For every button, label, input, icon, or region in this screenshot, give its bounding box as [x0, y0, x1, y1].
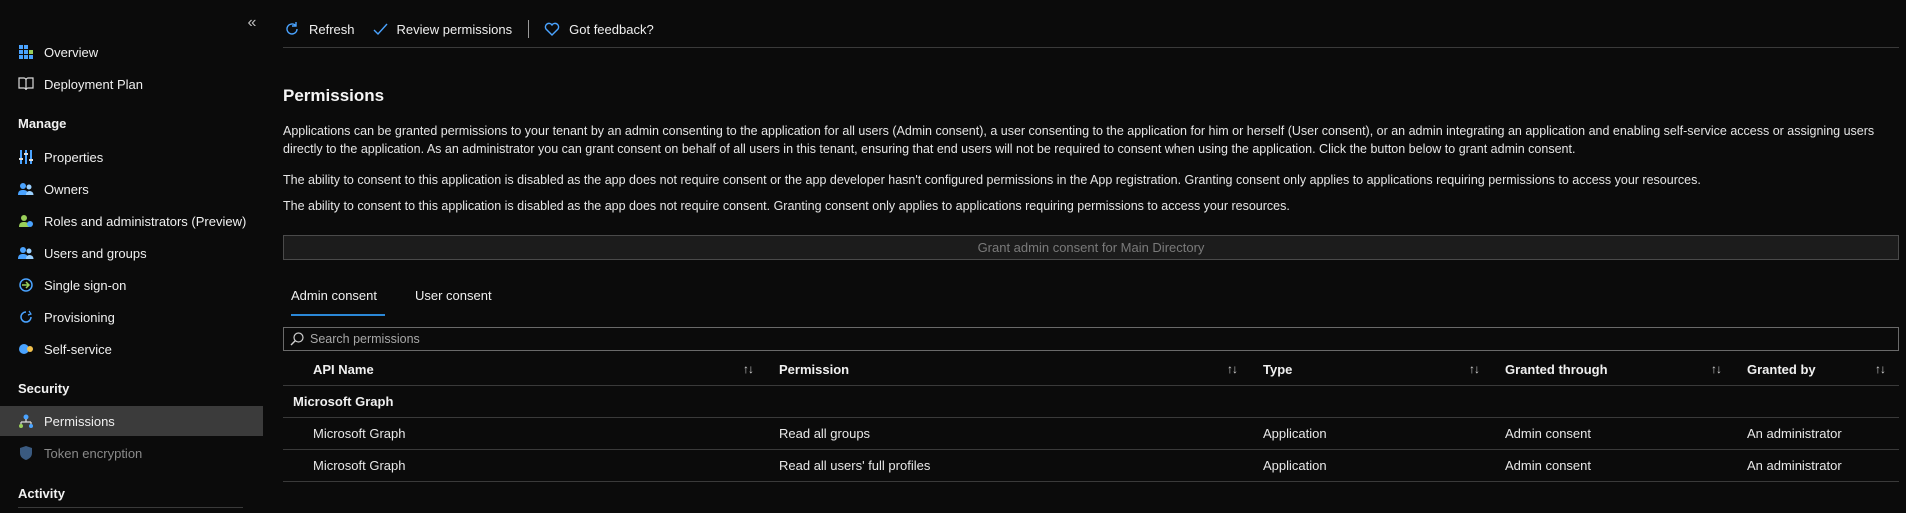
sidebar-item-label: Deployment Plan — [44, 76, 143, 92]
tab-user-consent[interactable]: User consent — [407, 288, 500, 316]
cell-type: Application — [1263, 458, 1327, 473]
refresh-button[interactable]: Refresh — [283, 20, 355, 38]
group-label: Microsoft Graph — [293, 394, 394, 409]
toolbar: Refresh Review permissions Got feedback? — [283, 16, 670, 42]
users-icon — [18, 245, 34, 261]
sidebar-item-overview[interactable]: Overview — [0, 37, 263, 67]
column-header-granted-by: Granted by — [1747, 362, 1816, 377]
consent-disabled-note: The ability to consent to this applicati… — [283, 173, 1701, 187]
sso-icon — [18, 277, 34, 293]
refresh-label: Refresh — [309, 21, 355, 37]
sidebar-item-label: Users and groups — [44, 245, 147, 261]
sidebar-item-properties[interactable]: Properties — [0, 142, 263, 172]
search-icon — [290, 332, 304, 346]
toolbar-divider — [283, 47, 1899, 48]
page-title: Permissions — [283, 86, 385, 105]
cell-permission: Read all groups — [779, 426, 871, 441]
cell-granted-through: Admin consent — [1505, 426, 1591, 441]
security-header: Security — [18, 381, 70, 396]
sidebar-item-label: Provisioning — [44, 309, 115, 325]
app-root: « Overview Deployment Plan Manage Proper… — [0, 0, 1906, 513]
book-icon — [18, 76, 34, 92]
sidebar-item-label: Self-service — [44, 341, 112, 357]
sidebar-item-label: Roles and administrators (Preview) — [44, 213, 247, 229]
sidebar-item-single-sign-on[interactable]: Single sign-on — [0, 270, 263, 300]
feedback-label: Got feedback? — [569, 21, 654, 37]
owners-icon — [18, 181, 34, 197]
sidebar-item-label: Permissions — [44, 413, 115, 429]
sort-type-button[interactable]: ↑↓ — [1469, 353, 1480, 386]
cell-permission: Read all users' full profiles — [779, 458, 931, 473]
column-header-permission: Permission — [779, 362, 850, 377]
consent-disabled-note-2: The ability to consent to this applicati… — [283, 199, 1290, 213]
sidebar-item-label: Properties — [44, 149, 104, 165]
permissions-table: API Name ↑↓ Permission ↑↓ Type ↑↓ Grante… — [283, 353, 1899, 482]
collapse-sidebar-button[interactable]: « — [244, 14, 260, 32]
sidebar: « Overview Deployment Plan Manage Proper… — [0, 0, 263, 513]
table-row[interactable]: Microsoft Graph Read all groups Applicat… — [283, 418, 1899, 450]
provisioning-icon — [18, 309, 34, 325]
description-paragraph: Applications can be granted permissions … — [283, 124, 1875, 156]
sidebar-item-label: Owners — [44, 181, 89, 197]
sidebar-item-token-encryption[interactable]: Token encryption — [0, 438, 263, 468]
column-header-api-name: API Name — [313, 362, 374, 377]
table-row[interactable]: Microsoft Graph Read all users' full pro… — [283, 450, 1899, 482]
activity-header: Activity — [18, 486, 65, 501]
heart-icon — [543, 20, 561, 38]
review-permissions-button[interactable]: Review permissions — [371, 20, 513, 38]
column-header-type: Type — [1263, 362, 1293, 377]
sidebar-item-owners[interactable]: Owners — [0, 174, 263, 204]
sort-api-name-button[interactable]: ↑↓ — [743, 353, 754, 386]
properties-icon — [18, 149, 34, 165]
sidebar-item-label: Token encryption — [44, 445, 143, 461]
cell-api-name: Microsoft Graph — [313, 426, 406, 441]
sidebar-item-provisioning[interactable]: Provisioning — [0, 302, 263, 332]
sidebar-item-roles[interactable]: Roles and administrators (Preview) — [0, 206, 263, 236]
toolbar-separator — [528, 20, 530, 38]
sidebar-divider — [18, 507, 243, 508]
cell-granted-by: An administrator — [1747, 458, 1842, 473]
cell-type: Application — [1263, 426, 1327, 441]
sidebar-item-self-service[interactable]: Self-service — [0, 334, 263, 364]
feedback-button[interactable]: Got feedback? — [543, 20, 654, 38]
search-box — [283, 327, 1899, 351]
sort-permission-button[interactable]: ↑↓ — [1227, 353, 1238, 386]
roles-icon — [18, 213, 34, 229]
manage-header: Manage — [18, 116, 67, 131]
checkmark-icon — [371, 20, 389, 38]
sort-granted-through-button[interactable]: ↑↓ — [1711, 353, 1722, 386]
permissions-icon — [18, 413, 34, 429]
main-content: Refresh Review permissions Got feedback?… — [283, 0, 1899, 513]
table-header: API Name ↑↓ Permission ↑↓ Type ↑↓ Grante… — [283, 353, 1899, 386]
cell-api-name: Microsoft Graph — [313, 458, 406, 473]
sidebar-item-permissions[interactable]: Permissions — [0, 406, 263, 436]
sidebar-item-label: Single sign-on — [44, 277, 127, 293]
review-permissions-label: Review permissions — [396, 21, 513, 37]
sidebar-item-label: Overview — [44, 44, 99, 60]
shield-icon — [18, 445, 34, 461]
sort-granted-by-button[interactable]: ↑↓ — [1875, 353, 1886, 386]
tab-admin-consent[interactable]: Admin consent — [283, 288, 385, 316]
sidebar-item-users-and-groups[interactable]: Users and groups — [0, 238, 263, 268]
table-group-row[interactable]: Microsoft Graph — [283, 386, 1899, 418]
refresh-icon — [283, 20, 301, 38]
self-service-icon — [18, 341, 34, 357]
grant-admin-consent-button[interactable]: Grant admin consent for Main Directory — [283, 235, 1899, 260]
search-input[interactable] — [310, 332, 1810, 346]
cell-granted-by: An administrator — [1747, 426, 1842, 441]
overview-icon — [18, 44, 34, 60]
consent-tabs: Admin consent User consent — [283, 288, 522, 316]
sidebar-item-deployment-plan[interactable]: Deployment Plan — [0, 69, 263, 99]
cell-granted-through: Admin consent — [1505, 458, 1591, 473]
column-header-granted-through: Granted through — [1505, 362, 1608, 377]
